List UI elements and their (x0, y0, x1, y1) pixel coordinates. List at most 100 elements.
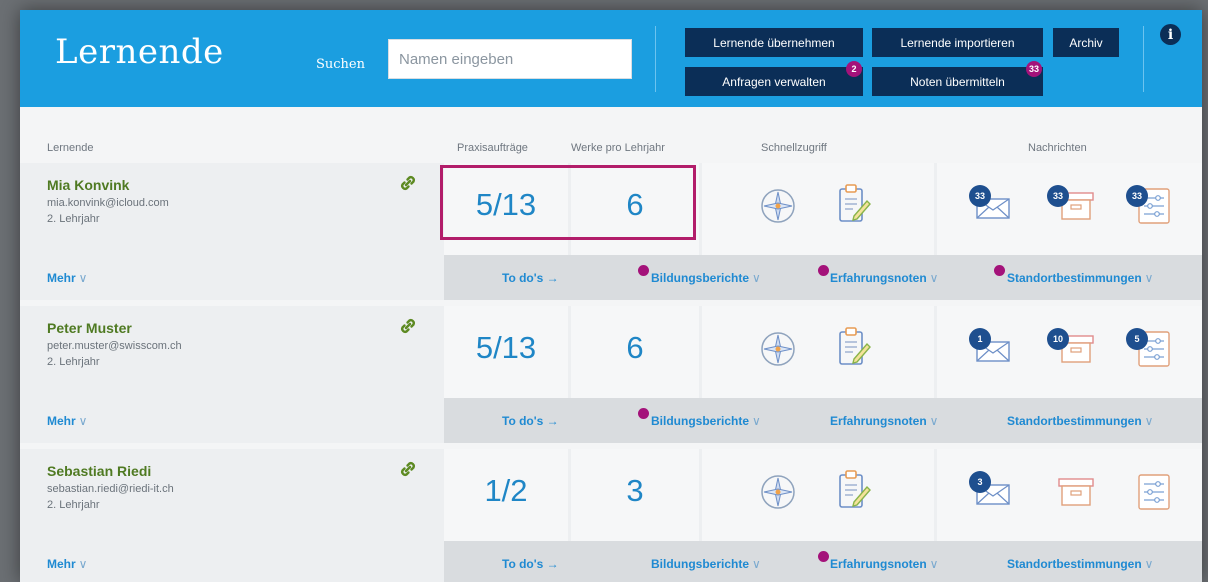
learner-year: 2. Lehrjahr (47, 213, 100, 225)
anfragen-verwalten-button[interactable]: Anfragen verwalten (685, 67, 863, 96)
anfragen-badge: 2 (846, 61, 862, 77)
checklist-badge: 33 (1126, 185, 1148, 207)
compass-icon[interactable] (759, 473, 797, 511)
chevron-down-icon: ∨ (78, 414, 88, 428)
werke-count: 6 (626, 330, 644, 365)
chevron-down-icon: ∨ (752, 414, 761, 428)
learner-row: Peter Muster peter.muster@swisscom.ch 2.… (20, 306, 1202, 443)
learner-row-main: Mia Konvink mia.konvink@icloud.com 2. Le… (20, 163, 1202, 255)
erfahrungsnoten-dot (818, 265, 829, 276)
search-input[interactable] (388, 39, 632, 79)
standortbestimmungen-dropdown[interactable]: Standortbestimmungen ∨ (1007, 557, 1153, 571)
info-icon[interactable]: i (1160, 24, 1181, 45)
schnellzugriff-cell (702, 163, 934, 255)
nachrichten-cell: 3 (937, 449, 1202, 541)
erfahrungsnoten-dropdown[interactable]: Erfahrungsnoten ∨ (830, 557, 938, 571)
learner-row-actions: Mehr ∨ To do's → Bildungsberichte ∨ Erfahr… (20, 255, 1202, 300)
learner-row-actions: Mehr ∨ To do's → Bildungsberichte ∨ Erfahr… (20, 541, 1202, 582)
learner-row-actions: Mehr ∨ To do's → Bildungsberichte ∨ Erfahr… (20, 398, 1202, 443)
clipboard-edit-icon[interactable] (837, 326, 871, 368)
erfahrungsnoten-dot (818, 551, 829, 562)
lernende-uebernehmen-button[interactable]: Lernende übernehmen (685, 28, 863, 57)
envelope-badge: 33 (969, 185, 991, 207)
checklist-badge: 5 (1126, 328, 1148, 350)
learner-email: sebastian.riedi@riedi-it.ch (47, 483, 174, 495)
learner-name: Mia Konvink (47, 177, 130, 193)
werke-cell[interactable]: 6 (571, 163, 699, 255)
learner-year: 2. Lehrjahr (47, 356, 100, 368)
archiv-button[interactable]: Archiv (1053, 28, 1119, 57)
clipboard-edit-icon[interactable] (837, 183, 871, 225)
mehr-toggle[interactable]: Mehr ∨ (47, 557, 87, 571)
praxis-cell[interactable]: 5/13 (444, 163, 568, 255)
noten-uebermitteln-button[interactable]: Noten übermitteln (872, 67, 1043, 96)
chevron-down-icon: ∨ (752, 271, 761, 285)
todos-link[interactable]: To do's → (502, 414, 559, 428)
bildungsberichte-dot (638, 408, 649, 419)
praxis-count: 5/13 (475, 330, 537, 365)
learner-email: mia.konvink@icloud.com (47, 197, 169, 209)
werke-count: 6 (626, 187, 644, 222)
learner-row-main: Sebastian Riedi sebastian.riedi@riedi-it… (20, 449, 1202, 541)
chevron-down-icon: ∨ (78, 557, 88, 571)
link-icon[interactable] (398, 173, 418, 193)
chevron-down-icon: ∨ (1144, 271, 1154, 285)
column-header-lernende: Lernende (47, 142, 94, 154)
search-label: Suchen (316, 57, 365, 72)
praxis-cell[interactable]: 1/2 (444, 449, 568, 541)
header-bar: Lernende Suchen Lernende übernehmen Lern… (20, 10, 1202, 107)
envelope-badge: 1 (969, 328, 991, 350)
learner-email: peter.muster@swisscom.ch (47, 340, 182, 352)
header-divider (1143, 26, 1144, 92)
clipboard-edit-icon[interactable] (837, 469, 871, 511)
nachrichten-cell: 1 10 5 (937, 306, 1202, 398)
werke-cell[interactable]: 3 (571, 449, 699, 541)
praxis-cell[interactable]: 5/13 (444, 306, 568, 398)
chevron-down-icon: ∨ (752, 557, 761, 571)
learner-row: Mia Konvink mia.konvink@icloud.com 2. Le… (20, 163, 1202, 300)
column-header-nachrichten: Nachrichten (1028, 142, 1087, 154)
link-icon[interactable] (398, 459, 418, 479)
lernende-importieren-button[interactable]: Lernende importieren (872, 28, 1043, 57)
schnellzugriff-cell (702, 449, 934, 541)
todos-link[interactable]: To do's → (502, 557, 559, 571)
learner-year: 2. Lehrjahr (47, 499, 100, 511)
page-title: Lernende (55, 32, 224, 72)
bildungsberichte-dropdown[interactable]: Bildungsberichte ∨ (651, 414, 761, 428)
nachrichten-cell: 33 33 33 (937, 163, 1202, 255)
erfahrungsnoten-dropdown[interactable]: Erfahrungsnoten ∨ (830, 414, 938, 428)
todos-link[interactable]: To do's → (502, 271, 559, 285)
schnellzugriff-cell (702, 306, 934, 398)
actions-bar: To do's → Bildungsberichte ∨ Erfahrungsno… (444, 541, 1202, 582)
learner-row: Sebastian Riedi sebastian.riedi@riedi-it… (20, 449, 1202, 582)
bildungsberichte-dropdown[interactable]: Bildungsberichte ∨ (651, 557, 761, 571)
noten-badge: 33 (1026, 61, 1043, 77)
erfahrungsnoten-dropdown[interactable]: Erfahrungsnoten ∨ (830, 271, 938, 285)
envelope-badge: 3 (969, 471, 991, 493)
archive-box-icon[interactable] (1057, 476, 1095, 508)
werke-count: 3 (626, 473, 644, 508)
actions-bar: To do's → Bildungsberichte ∨ Erfahrungsno… (444, 398, 1202, 443)
actions-bar: To do's → Bildungsberichte ∨ Erfahrungsno… (444, 255, 1202, 300)
praxis-count: 5/13 (475, 187, 537, 222)
chevron-down-icon: ∨ (1144, 557, 1154, 571)
mehr-toggle[interactable]: Mehr ∨ (47, 414, 87, 428)
chevron-down-icon: ∨ (929, 557, 939, 571)
mehr-toggle[interactable]: Mehr ∨ (47, 271, 87, 285)
bildungsberichte-dot (638, 265, 649, 276)
link-icon[interactable] (398, 316, 418, 336)
learner-row-main: Peter Muster peter.muster@swisscom.ch 2.… (20, 306, 1202, 398)
compass-icon[interactable] (759, 330, 797, 368)
standortbestimmungen-dropdown[interactable]: Standortbestimmungen ∨ (1007, 271, 1153, 285)
archive-badge: 33 (1047, 185, 1069, 207)
compass-icon[interactable] (759, 187, 797, 225)
bildungsberichte-dropdown[interactable]: Bildungsberichte ∨ (651, 271, 761, 285)
checklist-form-icon[interactable] (1137, 473, 1171, 511)
chevron-down-icon: ∨ (929, 414, 939, 428)
standortbestimmungen-dropdown[interactable]: Standortbestimmungen ∨ (1007, 414, 1153, 428)
praxis-count: 1/2 (484, 473, 528, 508)
chevron-down-icon: ∨ (1144, 414, 1154, 428)
chevron-down-icon: ∨ (929, 271, 939, 285)
werke-cell[interactable]: 6 (571, 306, 699, 398)
header-divider (655, 26, 656, 92)
